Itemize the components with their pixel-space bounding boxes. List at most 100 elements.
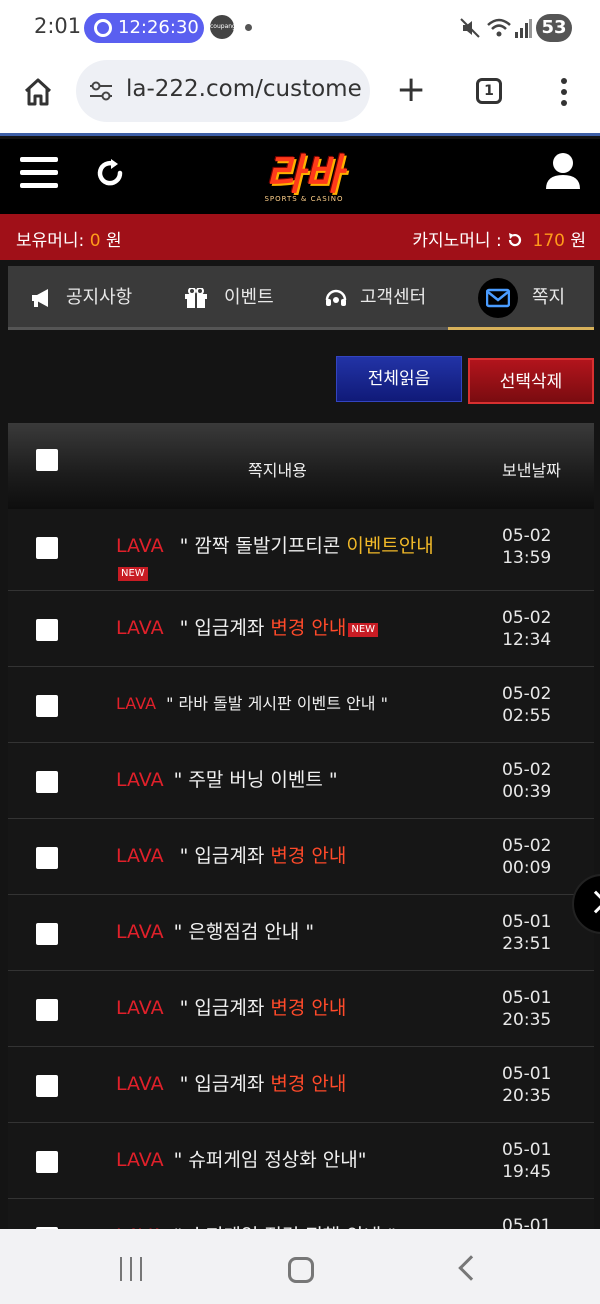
casino-refresh-icon[interactable] bbox=[507, 232, 523, 248]
sender-label: LAVA bbox=[116, 1149, 164, 1171]
recent-apps-button[interactable] bbox=[118, 1257, 146, 1281]
message-title[interactable]: LAVA " 주말 버닝 이벤트 " bbox=[116, 767, 456, 793]
casino-unit: 원 bbox=[570, 231, 586, 251]
holding-unit: 원 bbox=[105, 231, 122, 251]
refresh-icon[interactable] bbox=[94, 157, 126, 189]
message-title[interactable]: LAVA " 입금계좌 변경 안내 bbox=[116, 1071, 456, 1097]
tab-count: 1 bbox=[484, 83, 494, 99]
row-checkbox[interactable] bbox=[36, 619, 58, 641]
table-row[interactable]: LAVA " 슈퍼게임 정상화 안내" 05-01 19:45 bbox=[8, 1123, 594, 1199]
tab-support-label: 고객센터 bbox=[360, 287, 427, 308]
sender-label: LAVA bbox=[116, 921, 164, 943]
sender-label: LAVA bbox=[116, 535, 164, 557]
select-all-checkbox[interactable] bbox=[36, 449, 58, 471]
sent-date: 05-02 00:09 bbox=[502, 835, 551, 879]
sent-date: 05-02 02:55 bbox=[502, 683, 551, 727]
casino-label: 카지노머니 : bbox=[412, 231, 502, 251]
message-list: LAVA " 깜짝 돌발기프티콘 이벤트안내NEW 05-02 13:59 LAVA … bbox=[8, 509, 594, 1229]
new-badge: NEW bbox=[118, 567, 148, 581]
table-row[interactable]: LAVA " 입금계좌 변경 안내 NEW 05-02 12:34 bbox=[8, 591, 594, 667]
new-badge: NEW bbox=[348, 623, 379, 637]
message-text: " 깜짝 돌발기프티콘 bbox=[173, 535, 347, 557]
sent-date: 05-01 19:45 bbox=[502, 1139, 551, 1183]
column-content: 쪽지내용 bbox=[248, 461, 307, 480]
table-row[interactable]: LAVA " 라바 돌발 게시판 이벤트 안내 " 05-02 02:55 bbox=[8, 667, 594, 743]
sent-date-time: 02:55 bbox=[502, 706, 552, 726]
table-row[interactable]: LAVA " 주말 버닝 이벤트 " 05-02 00:39 bbox=[8, 743, 594, 819]
row-checkbox[interactable] bbox=[36, 999, 58, 1021]
message-title[interactable]: LAVA " 입금계좌 변경 안내 bbox=[116, 843, 456, 869]
message-text: " 입금계좌 bbox=[173, 1073, 271, 1095]
gift-icon bbox=[185, 288, 207, 308]
delete-selected-button[interactable]: 선택삭제 bbox=[468, 358, 594, 404]
message-title[interactable]: LAVA " 깜짝 돌발기프티콘 이벤트안내 NEW bbox=[116, 533, 456, 585]
row-checkbox[interactable] bbox=[36, 695, 58, 717]
tab-switcher-button[interactable]: 1 bbox=[476, 78, 502, 104]
tab-event-label: 이벤트 bbox=[224, 287, 274, 308]
battery-icon: 53 bbox=[536, 14, 572, 42]
message-highlight: 변경 안내 bbox=[270, 845, 347, 867]
sent-date-day: 05-02 bbox=[502, 836, 552, 856]
sent-date-day: 05-01 bbox=[502, 1064, 552, 1084]
tab-bar: 공지사항 이벤트 고객센터 쪽지 bbox=[8, 266, 594, 330]
casino-money: 카지노머니 : 170 원 bbox=[412, 226, 586, 251]
message-highlight: 변경 안내 bbox=[270, 997, 347, 1019]
sent-date-day: 05-01 bbox=[502, 988, 552, 1008]
message-title[interactable]: LAVA " 입금계좌 변경 안내 bbox=[116, 995, 456, 1021]
user-icon[interactable] bbox=[544, 151, 582, 191]
address-bar[interactable]: la-222.com/custome bbox=[76, 60, 370, 122]
message-text: " 입금계좌 bbox=[173, 617, 271, 639]
sent-date: 05-01 23:51 bbox=[502, 911, 551, 955]
sent-date-time: 00:39 bbox=[502, 782, 552, 802]
site-settings-icon[interactable] bbox=[88, 80, 114, 102]
message-highlight: 변경 안내 bbox=[270, 617, 347, 639]
table-row[interactable]: LAVA " 입금계좌 변경 안내 05-01 20:35 bbox=[8, 971, 594, 1047]
table-row[interactable]: LAVA " 은행점검 안내 " 05-01 23:51 bbox=[8, 895, 594, 971]
table-header: 쪽지내용 보낸날짜 bbox=[8, 423, 594, 509]
message-text: " 입금계좌 bbox=[173, 845, 271, 867]
message-title[interactable]: LAVA " 라바 돌발 게시판 이벤트 안내 " bbox=[116, 691, 456, 717]
table-row[interactable]: LAVA" 슈퍼게임 점검 진행 안내 "05-01 bbox=[8, 1199, 594, 1229]
row-checkbox[interactable] bbox=[36, 771, 58, 793]
home-icon[interactable] bbox=[22, 76, 54, 108]
mute-icon bbox=[460, 18, 480, 38]
envelope-icon bbox=[486, 288, 510, 308]
back-button[interactable] bbox=[458, 1255, 484, 1281]
sent-date: 05-01 bbox=[502, 1215, 551, 1229]
sent-date-time: 19:45 bbox=[502, 1162, 552, 1182]
hamburger-menu-icon[interactable] bbox=[20, 157, 58, 189]
row-checkbox[interactable] bbox=[36, 923, 58, 945]
more-menu-icon[interactable] bbox=[552, 74, 576, 110]
tab-event[interactable]: 이벤트 bbox=[184, 266, 304, 330]
message-title[interactable]: LAVA " 슈퍼게임 정상화 안내" bbox=[116, 1147, 456, 1173]
new-tab-icon[interactable]: + bbox=[396, 72, 426, 108]
message-title[interactable]: LAVA " 입금계좌 변경 안내 NEW bbox=[116, 615, 456, 641]
timer-chip[interactable]: 12:26:30 bbox=[84, 13, 204, 43]
row-checkbox[interactable] bbox=[36, 1075, 58, 1097]
table-row[interactable]: LAVA " 깜짝 돌발기프티콘 이벤트안내 NEW 05-02 13:59 bbox=[8, 509, 594, 591]
site-logo[interactable]: 라바 SPORTS & CASINO bbox=[248, 145, 360, 207]
row-checkbox[interactable] bbox=[36, 847, 58, 869]
logo-text: 라바 bbox=[265, 150, 343, 199]
table-row[interactable]: LAVA " 입금계좌 변경 안내 05-01 20:35 bbox=[8, 1047, 594, 1123]
home-button[interactable] bbox=[288, 1257, 314, 1283]
sender-label: LAVA bbox=[116, 769, 164, 791]
tab-support[interactable]: 고객센터 bbox=[322, 266, 452, 330]
message-title[interactable]: LAVA " 은행점검 안내 " bbox=[116, 919, 456, 945]
sent-date: 05-01 20:35 bbox=[502, 987, 551, 1031]
sender-label: LAVA bbox=[116, 694, 157, 713]
tab-notice[interactable]: 공지사항 bbox=[28, 266, 168, 330]
sent-date: 05-02 13:59 bbox=[502, 525, 551, 569]
sent-date-day: 05-02 bbox=[502, 760, 552, 780]
row-checkbox[interactable] bbox=[36, 537, 58, 559]
battery-level: 53 bbox=[541, 17, 567, 38]
sent-date-day: 05-01 bbox=[502, 1140, 552, 1160]
sent-date-time: 12:34 bbox=[502, 630, 552, 650]
row-checkbox[interactable] bbox=[36, 1151, 58, 1173]
read-all-button[interactable]: 전체읽음 bbox=[336, 356, 462, 402]
megaphone-icon bbox=[32, 289, 48, 307]
tab-messages[interactable]: 쪽지 bbox=[448, 266, 594, 330]
coupang-eats-icon: coupang eats bbox=[210, 15, 236, 54]
table-row[interactable]: LAVA " 입금계좌 변경 안내 05-02 00:09 bbox=[8, 819, 594, 895]
sent-date-day: 05-01 bbox=[502, 912, 552, 932]
